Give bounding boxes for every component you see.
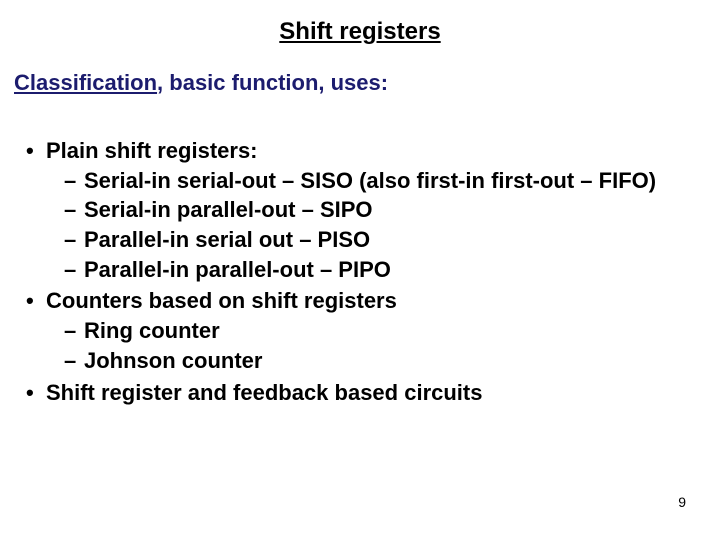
sub-item: Parallel-in serial out – PISO (64, 225, 706, 255)
sub-item: Ring counter (64, 316, 706, 346)
bullet-label: Counters based on shift registers (46, 288, 397, 313)
sub-list: Ring counter Johnson counter (46, 316, 706, 375)
sub-item: Johnson counter (64, 346, 706, 376)
bullet-label: Plain shift registers: (46, 138, 258, 163)
bullet-item: Shift register and feedback based circui… (22, 378, 706, 408)
sub-item: Serial-in serial-out – SISO (also first-… (64, 166, 706, 196)
subtitle-rest-part: , basic function, uses: (157, 70, 388, 95)
bullet-item: Counters based on shift registers Ring c… (22, 286, 706, 375)
bullet-item: Plain shift registers: Serial-in serial-… (22, 136, 706, 284)
sub-item: Parallel-in parallel-out – PIPO (64, 255, 706, 285)
page-number: 9 (678, 494, 686, 510)
slide-subtitle: Classification, basic function, uses: (14, 70, 706, 96)
sub-list: Serial-in serial-out – SISO (also first-… (46, 166, 706, 285)
slide-title: Shift registers (14, 18, 706, 46)
subtitle-underlined-part: Classification (14, 70, 157, 95)
sub-item: Serial-in parallel-out – SIPO (64, 195, 706, 225)
main-bullet-list: Plain shift registers: Serial-in serial-… (14, 136, 706, 407)
bullet-label: Shift register and feedback based circui… (46, 380, 482, 405)
